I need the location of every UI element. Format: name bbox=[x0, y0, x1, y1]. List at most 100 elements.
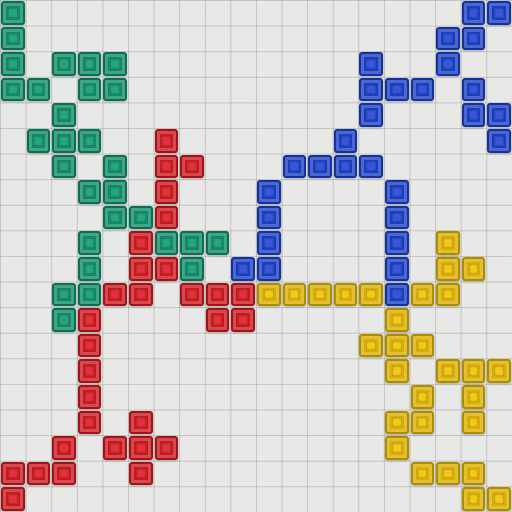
green-tile[interactable] bbox=[52, 129, 76, 153]
yellow-tile[interactable] bbox=[385, 436, 409, 460]
blue-tile[interactable] bbox=[487, 129, 511, 153]
yellow-tile[interactable] bbox=[385, 333, 409, 358]
yellow-tile[interactable] bbox=[461, 461, 486, 486]
red-tile[interactable] bbox=[129, 282, 153, 307]
yellow-tile[interactable] bbox=[436, 231, 460, 255]
red-tile[interactable] bbox=[231, 308, 255, 332]
red-tile[interactable] bbox=[77, 385, 102, 409]
green-tile[interactable] bbox=[26, 77, 51, 102]
green-tile[interactable] bbox=[52, 282, 76, 307]
blue-tile[interactable] bbox=[308, 154, 332, 179]
green-tile[interactable] bbox=[154, 231, 179, 255]
yellow-tile[interactable] bbox=[410, 282, 435, 307]
red-tile[interactable] bbox=[77, 333, 102, 358]
yellow-tile[interactable] bbox=[461, 257, 486, 281]
blue-tile[interactable] bbox=[436, 52, 460, 76]
blue-tile[interactable] bbox=[231, 257, 255, 281]
red-tile[interactable] bbox=[77, 359, 102, 383]
red-tile[interactable] bbox=[154, 154, 179, 179]
yellow-tile[interactable] bbox=[385, 308, 409, 332]
blue-tile[interactable] bbox=[487, 103, 511, 127]
red-tile[interactable] bbox=[1, 461, 25, 486]
red-tile[interactable] bbox=[26, 461, 51, 486]
yellow-tile[interactable] bbox=[385, 410, 409, 435]
yellow-tile[interactable] bbox=[461, 359, 486, 383]
green-tile[interactable] bbox=[77, 231, 102, 255]
yellow-tile[interactable] bbox=[487, 487, 511, 511]
blue-tile[interactable] bbox=[385, 205, 409, 230]
blue-tile[interactable] bbox=[359, 77, 383, 102]
green-tile[interactable] bbox=[103, 154, 127, 179]
green-tile[interactable] bbox=[77, 282, 102, 307]
red-tile[interactable] bbox=[154, 436, 179, 460]
blue-tile[interactable] bbox=[257, 257, 281, 281]
green-tile[interactable] bbox=[77, 52, 102, 76]
blue-tile[interactable] bbox=[385, 231, 409, 255]
green-tile[interactable] bbox=[103, 77, 127, 102]
blue-tile[interactable] bbox=[461, 1, 486, 25]
red-tile[interactable] bbox=[52, 461, 76, 486]
blue-tile[interactable] bbox=[257, 231, 281, 255]
red-tile[interactable] bbox=[129, 461, 153, 486]
red-tile[interactable] bbox=[129, 257, 153, 281]
red-tile[interactable] bbox=[103, 436, 127, 460]
red-tile[interactable] bbox=[154, 129, 179, 153]
red-tile[interactable] bbox=[180, 282, 204, 307]
blue-tile[interactable] bbox=[487, 1, 511, 25]
game-board[interactable] bbox=[0, 0, 512, 512]
green-tile[interactable] bbox=[26, 129, 51, 153]
yellow-tile[interactable] bbox=[308, 282, 332, 307]
blue-tile[interactable] bbox=[385, 180, 409, 204]
blue-tile[interactable] bbox=[257, 180, 281, 204]
red-tile[interactable] bbox=[154, 257, 179, 281]
green-tile[interactable] bbox=[1, 77, 25, 102]
blue-tile[interactable] bbox=[333, 129, 358, 153]
green-tile[interactable] bbox=[52, 52, 76, 76]
yellow-tile[interactable] bbox=[410, 385, 435, 409]
green-tile[interactable] bbox=[1, 26, 25, 51]
green-tile[interactable] bbox=[52, 103, 76, 127]
red-tile[interactable] bbox=[154, 205, 179, 230]
green-tile[interactable] bbox=[1, 1, 25, 25]
yellow-tile[interactable] bbox=[436, 359, 460, 383]
red-tile[interactable] bbox=[129, 410, 153, 435]
yellow-tile[interactable] bbox=[461, 385, 486, 409]
yellow-tile[interactable] bbox=[410, 461, 435, 486]
yellow-tile[interactable] bbox=[410, 410, 435, 435]
green-tile[interactable] bbox=[77, 129, 102, 153]
blue-tile[interactable] bbox=[461, 103, 486, 127]
yellow-tile[interactable] bbox=[436, 282, 460, 307]
blue-tile[interactable] bbox=[461, 26, 486, 51]
yellow-tile[interactable] bbox=[333, 282, 358, 307]
green-tile[interactable] bbox=[77, 77, 102, 102]
green-tile[interactable] bbox=[129, 205, 153, 230]
green-tile[interactable] bbox=[77, 180, 102, 204]
green-tile[interactable] bbox=[1, 52, 25, 76]
green-tile[interactable] bbox=[205, 231, 230, 255]
green-tile[interactable] bbox=[180, 231, 204, 255]
yellow-tile[interactable] bbox=[436, 461, 460, 486]
green-tile[interactable] bbox=[52, 308, 76, 332]
blue-tile[interactable] bbox=[282, 154, 307, 179]
red-tile[interactable] bbox=[129, 436, 153, 460]
blue-tile[interactable] bbox=[436, 26, 460, 51]
yellow-tile[interactable] bbox=[257, 282, 281, 307]
blue-tile[interactable] bbox=[410, 77, 435, 102]
blue-tile[interactable] bbox=[359, 103, 383, 127]
red-tile[interactable] bbox=[129, 231, 153, 255]
yellow-tile[interactable] bbox=[359, 333, 383, 358]
blue-tile[interactable] bbox=[257, 205, 281, 230]
green-tile[interactable] bbox=[103, 205, 127, 230]
red-tile[interactable] bbox=[103, 282, 127, 307]
yellow-tile[interactable] bbox=[282, 282, 307, 307]
red-tile[interactable] bbox=[77, 410, 102, 435]
green-tile[interactable] bbox=[103, 52, 127, 76]
yellow-tile[interactable] bbox=[436, 257, 460, 281]
blue-tile[interactable] bbox=[385, 77, 409, 102]
blue-tile[interactable] bbox=[333, 154, 358, 179]
green-tile[interactable] bbox=[103, 180, 127, 204]
blue-tile[interactable] bbox=[359, 52, 383, 76]
red-tile[interactable] bbox=[77, 308, 102, 332]
red-tile[interactable] bbox=[231, 282, 255, 307]
green-tile[interactable] bbox=[180, 257, 204, 281]
